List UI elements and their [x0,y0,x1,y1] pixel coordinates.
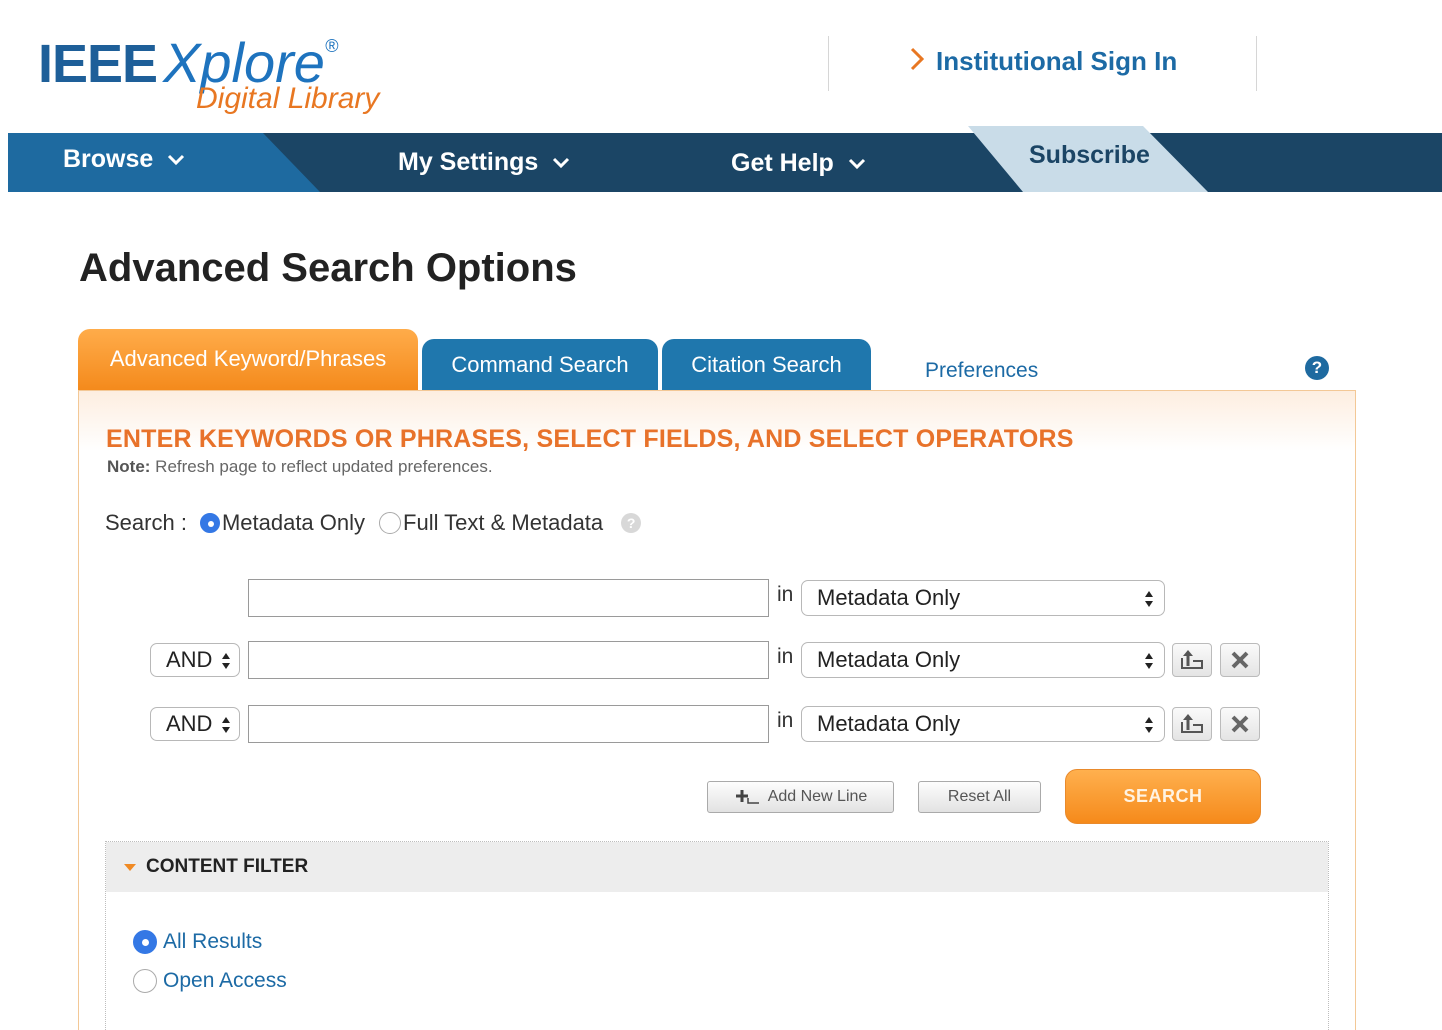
query-input-2[interactable] [248,641,769,679]
query-row-1: in Metadata Only [0,579,1442,619]
open-access-radio[interactable] [133,969,157,993]
all-results-radio[interactable] [133,930,157,954]
field-select-1[interactable]: Metadata Only [801,580,1165,616]
operator-select-2-value: AND [166,647,213,672]
select-arrows-icon [1145,717,1153,733]
scope-metadata-radio[interactable] [199,513,220,533]
field-select-1-value: Metadata Only [817,585,961,610]
query-input-1[interactable] [248,579,769,617]
select-arrows-icon [222,717,230,733]
nav-subscribe-label: Subscribe [1029,141,1150,169]
content-filter-title: CONTENT FILTER [146,856,309,877]
nav-subscribe[interactable]: Subscribe [1029,141,1150,170]
search-scope-label: Search : [105,510,187,535]
search-button[interactable]: SEARCH [1065,769,1261,824]
field-select-3[interactable]: Metadata Only [801,706,1165,742]
logo-digital-library: Digital Library [196,82,380,115]
nav-my-settings-label: My Settings [398,148,539,176]
select-arrows-icon [222,653,230,669]
chevron-right-icon [910,47,925,77]
reset-all-button[interactable]: Reset All [918,781,1041,813]
query-row-2: AND in Metadata Only [0,641,1442,681]
ieee-xplore-logo[interactable]: IEEE Xplore® Digital Library [38,30,379,115]
select-arrows-icon [1145,653,1153,669]
field-select-3-value: Metadata Only [817,711,961,736]
header-divider-right [1256,36,1257,91]
header-divider-left [828,36,829,91]
nav-get-help-label: Get Help [731,149,834,177]
form-heading: ENTER KEYWORDS OR PHRASES, SELECT FIELDS… [106,425,1074,453]
in-label: in [777,583,794,606]
add-new-line-button[interactable]: Add New Line [707,781,894,813]
open-access-label[interactable]: Open Access [163,969,287,993]
preferences-link[interactable]: Preferences [925,359,1038,383]
logo-ieee: IEEE [38,34,158,94]
tab-citation-search-label: Citation Search [691,352,842,377]
institutional-sign-in-label: Institutional Sign In [936,46,1178,76]
in-label: in [777,709,794,732]
move-up-icon [1181,650,1203,669]
add-new-line-label: Add New Line [767,788,868,805]
main-nav: Browse My Settings Get Help Subscribe [8,126,1442,192]
query-input-3[interactable] [248,705,769,743]
nav-get-help[interactable]: Get Help [731,149,866,178]
reset-all-label: Reset All [947,788,1012,805]
logo-registered-mark: ® [324,36,339,56]
operator-select-3[interactable]: AND [150,707,240,741]
close-icon [1231,715,1249,733]
page-title: Advanced Search Options [79,246,577,290]
nav-my-settings[interactable]: My Settings [398,148,570,177]
move-up-icon [1181,714,1203,733]
caret-down-icon [124,863,136,871]
remove-row-button-3[interactable] [1220,707,1260,741]
chevron-down-icon [553,157,570,168]
tab-advanced-keyword-label: Advanced Keyword/Phrases [109,345,387,371]
content-filter: CONTENT FILTER All Results Open Access [105,841,1329,1030]
tab-citation-search[interactable]: Citation Search [662,339,871,391]
tab-command-search-label: Command Search [451,352,629,377]
all-results-label[interactable]: All Results [163,930,262,954]
preferences-note: Note: Refresh page to reflect updated pr… [107,457,493,477]
nav-browse-label: Browse [63,145,154,173]
tab-advanced-keyword[interactable]: Advanced Keyword/Phrases [78,329,418,390]
add-line-icon [735,790,759,804]
tab-command-search[interactable]: Command Search [422,339,658,391]
move-up-button-2[interactable] [1172,643,1212,677]
operator-select-2[interactable]: AND [150,643,240,677]
move-up-button-3[interactable] [1172,707,1212,741]
institutional-sign-in-link[interactable]: Institutional Sign In [910,46,1177,77]
field-select-2-value: Metadata Only [817,647,961,672]
operator-select-3-value: AND [166,711,213,736]
search-button-label: SEARCH [1123,786,1203,806]
help-icon[interactable]: ? [1305,356,1329,380]
content-filter-toggle[interactable]: CONTENT FILTER [106,842,1328,892]
remove-row-button-2[interactable] [1220,643,1260,677]
nav-browse[interactable]: Browse [63,145,185,174]
close-icon [1231,651,1249,669]
query-row-3: AND in Metadata Only [0,705,1442,745]
note-label: Note: [107,457,151,476]
scope-fulltext-radio[interactable] [379,512,402,534]
chevron-down-icon [168,154,185,165]
filter-option-all-results[interactable]: All Results [133,930,262,954]
chevron-down-icon [848,158,865,169]
scope-metadata-label[interactable]: Metadata Only [222,510,365,536]
select-arrows-icon [1145,591,1153,607]
page: IEEE Xplore® Digital Library Institutiona… [0,0,1442,1030]
filter-option-open-access[interactable]: Open Access [133,969,287,993]
field-select-2[interactable]: Metadata Only [801,642,1165,678]
note-text: Refresh page to reflect updated preferen… [150,457,493,476]
scope-help-icon[interactable]: ? [621,513,642,533]
in-label: in [777,645,794,668]
search-scope: Search : Metadata Only Full Text & Metad… [105,510,642,536]
scope-fulltext-label[interactable]: Full Text & Metadata [403,510,603,536]
